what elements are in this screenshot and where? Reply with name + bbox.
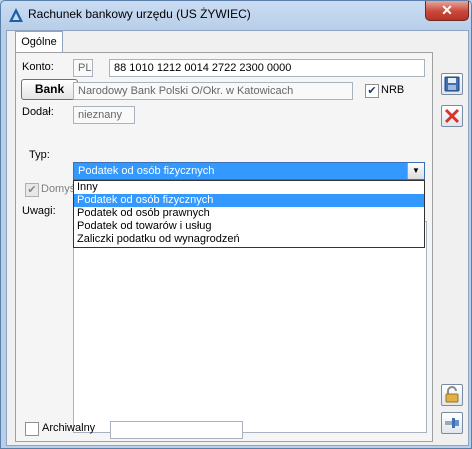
chevron-down-icon[interactable]: ▼ bbox=[407, 163, 424, 179]
pin-icon bbox=[445, 418, 459, 428]
typ-option-osob-fizycznych[interactable]: Podatek od osób fizycznych bbox=[74, 194, 424, 207]
save-icon bbox=[444, 76, 460, 92]
archiwalny-checkbox[interactable] bbox=[25, 422, 39, 436]
title-bar: Rachunek bankowy urzędu (US ŻYWIEC) ✕ bbox=[1, 1, 471, 29]
typ-option-towarow-uslug[interactable]: Podatek od towarów i usług bbox=[74, 220, 424, 233]
typ-select[interactable]: Podatek od osób fizycznych ▼ bbox=[73, 162, 425, 180]
typ-option-zaliczki[interactable]: Zaliczki podatku od wynagrodzeń bbox=[74, 233, 424, 246]
uwagi-label: Uwagi: bbox=[22, 205, 56, 217]
dodal-field[interactable]: nieznany bbox=[73, 106, 135, 124]
konto-prefix-field[interactable]: PL bbox=[73, 59, 93, 77]
konto-number-field[interactable]: 88 1010 1212 0014 2722 2300 0000 bbox=[109, 59, 425, 77]
dodal-label: Dodał: bbox=[22, 106, 54, 118]
typ-dropdown-list: Inny Podatek od osób fizycznych Podatek … bbox=[73, 180, 425, 248]
nrb-label: NRB bbox=[381, 84, 405, 96]
dialog-window: Rachunek bankowy urzędu (US ŻYWIEC) ✕ Og… bbox=[0, 0, 472, 449]
save-button[interactable] bbox=[441, 73, 463, 95]
close-button[interactable]: ✕ bbox=[425, 1, 469, 21]
lock-button[interactable] bbox=[441, 384, 463, 406]
konto-label: Konto: bbox=[22, 61, 54, 73]
lock-icon bbox=[445, 386, 459, 403]
domyslny-label: Domyś bbox=[41, 183, 76, 195]
delete-icon bbox=[444, 108, 460, 124]
general-panel: Konto: PL 88 1010 1212 0014 2722 2300 00… bbox=[15, 52, 433, 442]
typ-option-osob-prawnych[interactable]: Podatek od osób prawnych bbox=[74, 207, 424, 220]
archiwalny-field[interactable] bbox=[110, 421, 243, 439]
typ-option-inny[interactable]: Inny bbox=[74, 181, 424, 194]
pin-button[interactable] bbox=[441, 412, 463, 434]
bank-name-field[interactable]: Narodowy Bank Polski O/Okr. w Katowicach bbox=[73, 82, 353, 100]
domyslny-checkbox[interactable]: ✔ bbox=[25, 183, 39, 197]
uwagi-textarea[interactable] bbox=[73, 221, 427, 433]
client-area: Ogólne Konto: PL 88 1010 1212 0014 2722 … bbox=[6, 30, 469, 446]
nrb-checkbox[interactable]: ✔ bbox=[365, 84, 379, 98]
window-title: Rachunek bankowy urzędu (US ŻYWIEC) bbox=[28, 7, 251, 21]
typ-selected-value: Podatek od osób fizycznych bbox=[78, 165, 215, 177]
archiwalny-label: Archiwalny bbox=[42, 422, 96, 434]
delete-button[interactable] bbox=[441, 105, 463, 127]
tab-ogolne[interactable]: Ogólne bbox=[15, 31, 63, 53]
app-logo-icon bbox=[9, 8, 23, 22]
typ-label: Typ: bbox=[29, 149, 50, 161]
bank-button[interactable]: Bank bbox=[21, 79, 78, 100]
